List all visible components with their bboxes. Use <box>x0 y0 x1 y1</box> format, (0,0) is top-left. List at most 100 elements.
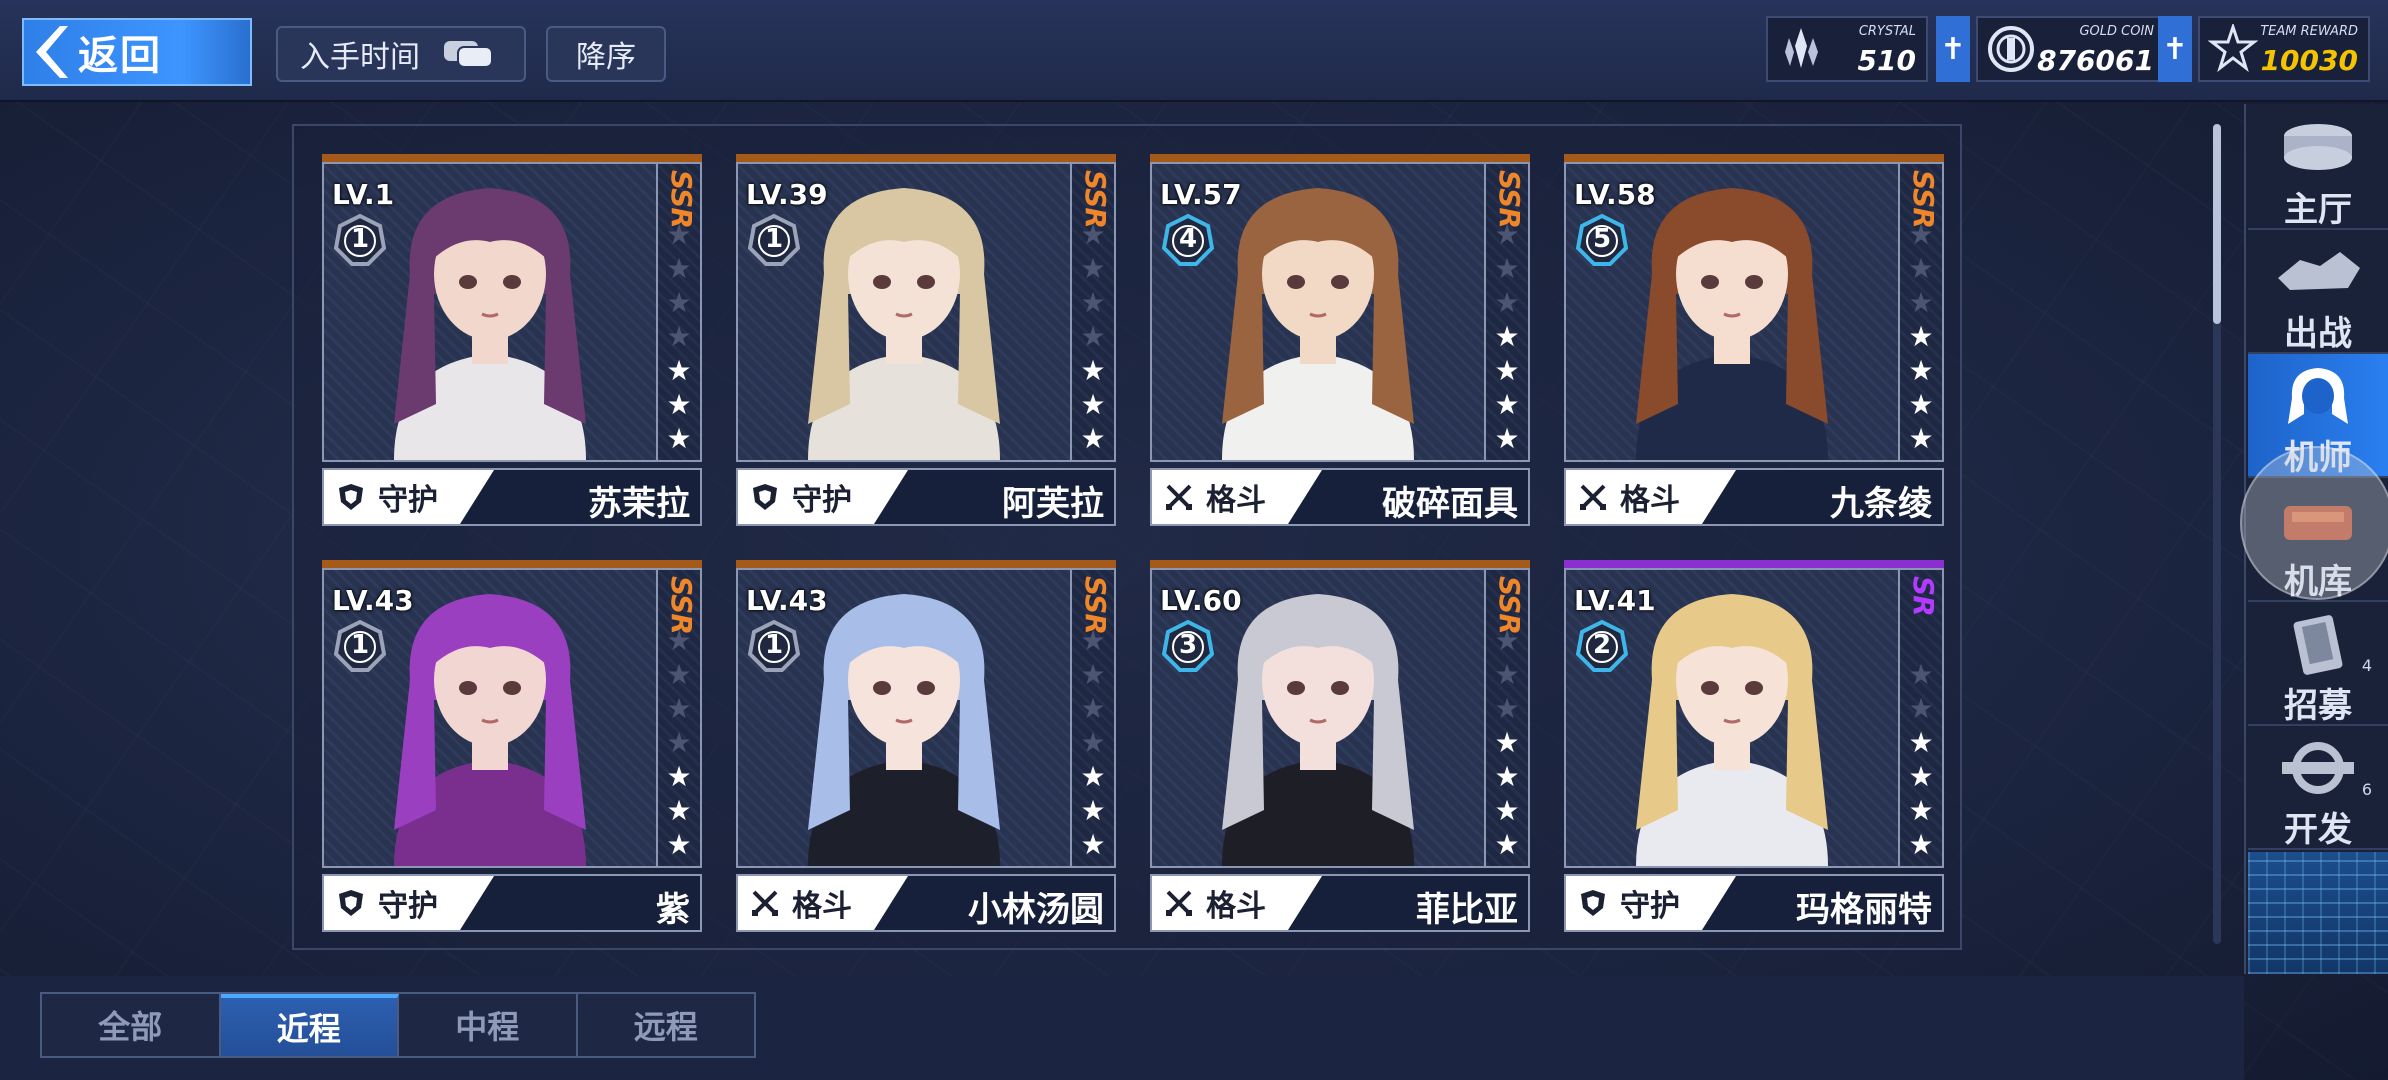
tab-label: 中程 <box>455 1008 520 1046</box>
gold-coin-value: 876061 <box>2037 44 2154 77</box>
rank-number: 3 <box>1178 630 1198 660</box>
star-empty-icon: ★ <box>1080 658 1106 691</box>
star-filled-icon: ★ <box>1494 760 1520 793</box>
star-filled-icon: ★ <box>1080 794 1106 827</box>
star-rating: ★ ★ ★ ★ ★ ★ ★ <box>1078 220 1108 454</box>
tab-short-range[interactable]: 近程 <box>220 994 399 1056</box>
nav-label: 出战 <box>2284 314 2352 354</box>
rarity-stripe <box>1564 154 1944 162</box>
rank-number: 1 <box>764 630 784 660</box>
star-rating: ★ ★ ★ ★ ★ ★ ★ <box>1906 220 1936 454</box>
rarity-stripe <box>1150 154 1530 162</box>
star-empty-icon: ★ <box>1494 218 1520 251</box>
nav-item-develop[interactable]: 6 开发 <box>2248 726 2388 850</box>
pilot-portrait-frame: LV.39 1 <box>736 162 1072 462</box>
pilot-card[interactable]: LV.58 5 SSR ★ ★ ★ ★ ★ ★ ★ 格斗 九条绫 <box>1564 154 1944 526</box>
tab-all[interactable]: 全部 <box>42 994 221 1056</box>
pilot-name: 菲比亚 <box>1416 890 1518 930</box>
tab-label: 全部 <box>98 1008 163 1046</box>
floating-assist-button[interactable] <box>2240 446 2388 600</box>
star-empty-icon: ★ <box>1080 726 1106 759</box>
pilot-info-bar: 格斗 小林汤圆 <box>736 874 1116 932</box>
pilot-card[interactable]: LV.1 1 SSR ★ ★ ★ ★ ★ ★ ★ 守护 苏茉拉 <box>322 154 702 526</box>
star-filled-icon: ★ <box>1908 760 1934 793</box>
add-crystal-button[interactable]: ✝ <box>1936 16 1970 82</box>
pilot-card[interactable]: LV.57 4 SSR ★ ★ ★ ★ ★ ★ ★ 格斗 破碎面具 <box>1150 154 1530 526</box>
pilot-portrait-frame: LV.1 1 <box>322 162 658 462</box>
pilot-info-bar: 格斗 破碎面具 <box>1150 468 1530 526</box>
scrollbar-thumb[interactable] <box>2213 124 2221 324</box>
pilot-card[interactable]: LV.43 1 SSR ★ ★ ★ ★ ★ ★ ★ 格斗 小林汤圆 <box>736 560 1116 932</box>
pilot-name: 阿芙拉 <box>1002 484 1104 524</box>
lobby-icon <box>2284 124 2352 170</box>
role-label: 格斗 <box>1206 483 1266 518</box>
star-filled-icon: ★ <box>1080 388 1106 421</box>
pilot-portrait-frame: LV.57 4 <box>1150 162 1486 462</box>
role-tag: 格斗 <box>738 876 908 930</box>
nav-label: 主厅 <box>2284 190 2352 230</box>
nav-item-sortie[interactable]: 出战 <box>2248 230 2388 354</box>
pilot-icon <box>2288 368 2348 424</box>
rarity-stripe <box>322 560 702 568</box>
rank-number: 2 <box>1592 630 1612 660</box>
pilot-level: LV.39 <box>746 178 828 211</box>
toggle-icon <box>444 41 493 68</box>
crossed-swords-icon <box>1166 484 1192 510</box>
chevron-left-icon <box>36 26 68 78</box>
add-gold-button[interactable]: ✝ <box>2158 16 2192 82</box>
tab-long-range[interactable]: 远程 <box>578 994 755 1056</box>
star-empty-icon: ★ <box>1080 320 1106 353</box>
star-empty-icon: ★ <box>666 658 692 691</box>
pilot-info-bar: 守护 苏茉拉 <box>322 468 702 526</box>
pilot-card[interactable]: LV.43 1 SSR ★ ★ ★ ★ ★ ★ ★ 守护 紫 <box>322 560 702 932</box>
star-empty-icon: ★ <box>1080 692 1106 725</box>
nav-badge: 6 <box>2361 780 2372 799</box>
tab-label: 远程 <box>633 1008 698 1046</box>
rank-number: 1 <box>350 630 370 660</box>
pilot-level: LV.1 <box>332 178 395 211</box>
nav-item-lobby[interactable]: 主厅 <box>2248 106 2388 230</box>
star-filled-icon: ★ <box>1080 354 1106 387</box>
role-label: 守护 <box>792 483 852 518</box>
star-filled-icon: ★ <box>1080 828 1106 861</box>
pilot-card[interactable]: LV.60 3 SSR ★ ★ ★ ★ ★ ★ ★ 格斗 菲比亚 <box>1150 560 1530 932</box>
pilot-card[interactable]: LV.41 2 SR ★ ★ ★ ★ ★ ★ 守护 玛格丽特 <box>1564 560 1944 932</box>
gold-coin-caption: GOLD COIN <box>2079 24 2154 39</box>
star-filled-icon: ★ <box>1494 320 1520 353</box>
star-rating: ★ ★ ★ ★ ★ ★ ★ <box>1078 626 1108 860</box>
shield-icon <box>339 484 363 510</box>
gold-coin-icon <box>1988 26 2034 72</box>
nav-item-recruit[interactable]: 4 招募 <box>2248 602 2388 726</box>
star-empty-icon: ★ <box>1494 624 1520 657</box>
sort-order-button[interactable]: 降序 <box>546 26 666 82</box>
back-button[interactable]: 返回 <box>22 18 252 86</box>
rank-number: 5 <box>1592 224 1612 254</box>
minimap-thumbnail[interactable] <box>2248 852 2388 974</box>
pilot-name: 小林汤圆 <box>968 890 1104 930</box>
crystal-icon <box>1785 28 1818 68</box>
star-rating: ★ ★ ★ ★ ★ ★ ★ <box>1492 626 1522 860</box>
star-empty-icon: ★ <box>1494 658 1520 691</box>
role-tag: 格斗 <box>1566 470 1736 524</box>
pilot-level: LV.58 <box>1574 178 1656 211</box>
star-empty-icon: ★ <box>1080 286 1106 319</box>
shield-icon <box>339 890 363 916</box>
sort-by-time-button[interactable]: 入手时间 <box>276 26 526 82</box>
rarity-column: SSR ★ ★ ★ ★ ★ ★ ★ <box>1486 568 1530 868</box>
role-tag: 守护 <box>324 470 494 524</box>
sort-by-time-label: 入手时间 <box>300 40 420 75</box>
rank-number: 4 <box>1178 224 1198 254</box>
star-filled-icon: ★ <box>666 422 692 455</box>
gold-coin-counter: GOLD COIN 876061 <box>1976 16 2166 82</box>
star-empty-icon: ★ <box>666 624 692 657</box>
pilot-info-bar: 守护 玛格丽特 <box>1564 874 1944 932</box>
tab-mid-range[interactable]: 中程 <box>399 994 578 1056</box>
pilot-name: 九条绫 <box>1830 484 1932 524</box>
shield-icon <box>1581 890 1605 916</box>
pilot-card[interactable]: LV.39 1 SSR ★ ★ ★ ★ ★ ★ ★ 守护 阿芙拉 <box>736 154 1116 526</box>
pilot-portrait-frame: LV.60 3 <box>1150 568 1486 868</box>
develop-icon <box>2282 742 2354 794</box>
pilot-name: 紫 <box>656 890 690 930</box>
role-label: 守护 <box>1620 889 1680 924</box>
crossed-swords-icon <box>1580 484 1606 510</box>
